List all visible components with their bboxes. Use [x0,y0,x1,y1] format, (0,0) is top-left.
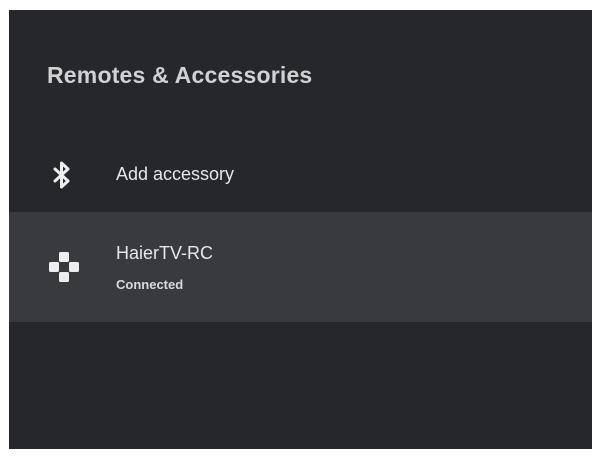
settings-screen: Remotes & Accessories Add accessory Haie… [9,10,592,449]
paired-device-row[interactable]: HaierTV-RC Connected [9,212,592,322]
device-name: HaierTV-RC [116,243,214,263]
page-title: Remotes & Accessories [47,62,313,88]
device-status: Connected [116,277,184,292]
add-accessory-row[interactable]: Add accessory [9,138,592,212]
add-accessory-label: Add accessory [116,164,235,184]
gamepad-icon [47,250,81,284]
bluetooth-icon [48,159,76,191]
